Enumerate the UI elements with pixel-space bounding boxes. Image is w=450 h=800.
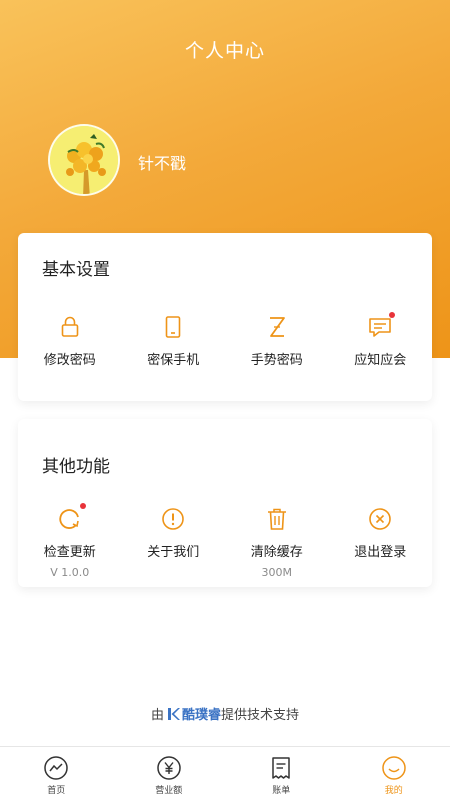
phone-icon: [159, 313, 187, 341]
version-text: V 1.0.0: [50, 566, 90, 579]
gesture-z-icon: [263, 313, 291, 341]
change-password-button[interactable]: 修改密码: [18, 313, 122, 368]
security-phone-button[interactable]: 密保手机: [122, 313, 226, 368]
update-badge: [79, 503, 86, 509]
tab-bills-label: 账单: [272, 786, 291, 796]
receipt-icon: [225, 755, 338, 781]
clear-cache-label: 清除缓存: [250, 545, 303, 560]
clear-cache-button[interactable]: 清除缓存 300M: [225, 505, 329, 579]
avatar[interactable]: [48, 124, 120, 196]
basic-settings-title: 基本设置: [42, 260, 110, 280]
message-icon: [366, 312, 396, 341]
close-circle-icon: [366, 505, 394, 533]
about-us-label: 关于我们: [147, 545, 200, 560]
username: 针不戳: [138, 154, 187, 173]
refresh-icon: [56, 503, 86, 533]
change-password-label: 修改密码: [43, 353, 96, 368]
credit-brand: 酷璞睿: [181, 708, 221, 723]
security-phone-label: 密保手机: [147, 353, 200, 368]
basic-settings-card: 基本设置 修改密码 密保手机 手势密码 应知应会: [18, 233, 432, 401]
tab-revenue[interactable]: 营业额: [113, 747, 226, 800]
required-knowledge-button[interactable]: 应知应会: [329, 312, 433, 368]
logout-button[interactable]: 退出登录: [329, 505, 433, 579]
required-knowledge-label: 应知应会: [354, 353, 407, 368]
tab-home[interactable]: 首页: [0, 747, 113, 800]
info-icon: [159, 505, 187, 533]
profile-page: 个人中心 针不戳 基本设置 修改密码 密保手机 手势密码 应知应会 其他功能 检…: [0, 0, 450, 800]
tab-mine[interactable]: 我的: [338, 747, 450, 800]
tab-home-label: 首页: [47, 786, 66, 796]
tab-mine-label: 我的: [384, 786, 403, 796]
brand-logo-icon: [167, 708, 180, 720]
check-update-label: 检查更新: [43, 545, 96, 560]
chart-line-icon: [0, 755, 113, 781]
tab-bills[interactable]: 账单: [225, 747, 338, 800]
smile-icon: [338, 755, 450, 781]
yen-icon: [113, 755, 226, 781]
other-functions-grid: 检查更新 V 1.0.0 关于我们 清除缓存 300M 退出登录: [18, 503, 433, 579]
gesture-password-label: 手势密码: [250, 353, 303, 368]
other-functions-title: 其他功能: [42, 457, 110, 477]
cache-size-text: 300M: [261, 566, 293, 579]
basic-settings-grid: 修改密码 密保手机 手势密码 应知应会: [18, 312, 433, 368]
tech-support-credit: 由 酷璞睿提供技术支持: [0, 704, 450, 723]
check-update-button[interactable]: 检查更新 V 1.0.0: [18, 503, 122, 579]
credit-suffix: 提供技术支持: [221, 708, 300, 723]
bottom-tab-bar: 首页 营业额 账单 我的: [0, 746, 450, 800]
trash-icon: [263, 505, 291, 533]
about-us-button[interactable]: 关于我们: [122, 505, 226, 579]
tab-revenue-label: 营业额: [155, 786, 183, 796]
page-title: 个人中心: [184, 40, 265, 62]
logout-label: 退出登录: [354, 545, 407, 560]
other-functions-card: 其他功能 检查更新 V 1.0.0 关于我们 清除缓存 300M 退出登录: [18, 419, 432, 587]
credit-prefix: 由: [150, 708, 164, 723]
gesture-password-button[interactable]: 手势密码: [225, 313, 329, 368]
notification-badge: [389, 312, 396, 318]
lock-icon: [56, 313, 84, 341]
